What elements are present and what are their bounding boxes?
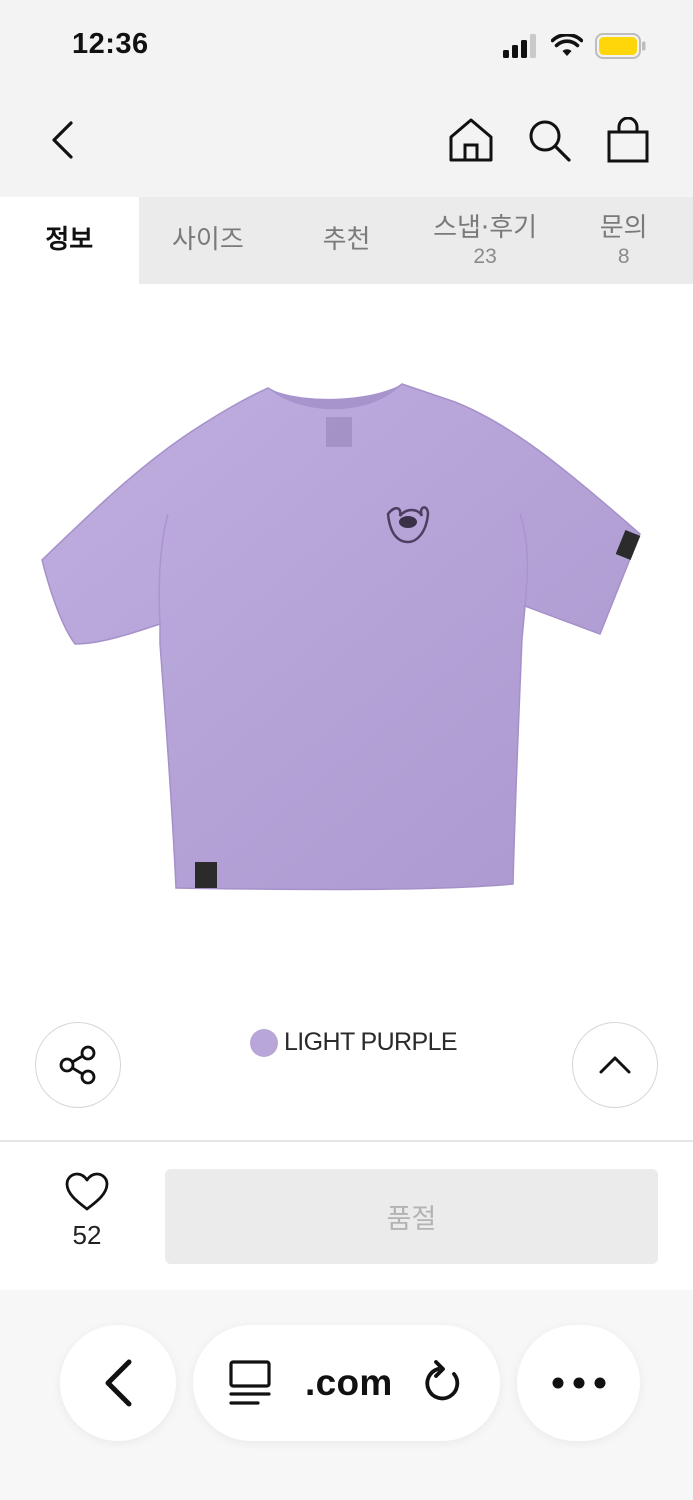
tshirt-illustration — [41, 383, 641, 891]
soldout-button[interactable]: 품절 — [165, 1169, 658, 1264]
browser-back-button[interactable] — [60, 1325, 176, 1441]
cart-button[interactable] — [600, 112, 656, 168]
tab-count: 8 — [617, 245, 630, 269]
battery-icon — [595, 33, 647, 64]
divider — [0, 1140, 693, 1142]
tab-label: 정보 — [45, 225, 94, 256]
back-icon — [52, 121, 73, 159]
like-count: 52 — [72, 1220, 102, 1250]
like-button[interactable]: 52 — [50, 1172, 124, 1251]
home-button[interactable] — [443, 112, 499, 168]
reader-icon — [229, 1360, 271, 1405]
tab-snap-review[interactable]: 스냅·후기 23 — [416, 197, 555, 284]
tab-label: 문의 — [599, 212, 648, 243]
browser-toolbar: .com — [0, 1290, 693, 1500]
reload-icon[interactable] — [421, 1360, 463, 1406]
tab-count: 23 — [473, 245, 497, 269]
status-bar: 12:36 — [0, 0, 693, 92]
status-time: 12:36 — [72, 28, 149, 60]
search-icon — [529, 120, 571, 162]
share-icon — [59, 1045, 96, 1085]
tab-label: 사이즈 — [172, 225, 244, 256]
wifi-icon — [550, 32, 584, 63]
shopping-bag-icon — [607, 117, 649, 163]
chevron-up-icon — [599, 1056, 631, 1074]
back-icon — [105, 1359, 132, 1407]
color-option: LIGHT PURPLE — [250, 1028, 458, 1057]
tab-label: 추천 — [322, 225, 371, 256]
signal-icon — [503, 34, 539, 63]
app-header — [0, 92, 693, 197]
tab-recommend[interactable]: 추천 — [277, 197, 416, 284]
home-icon — [449, 118, 493, 162]
tab-info[interactable]: 정보 — [0, 197, 139, 284]
tab-size[interactable]: 사이즈 — [139, 197, 278, 284]
share-button[interactable] — [35, 1022, 121, 1108]
scroll-top-button[interactable] — [572, 1022, 658, 1108]
tab-inquiry[interactable]: 문의 8 — [554, 197, 693, 284]
product-image[interactable] — [0, 284, 693, 984]
search-button[interactable] — [521, 112, 577, 168]
color-swatch — [250, 1028, 278, 1057]
url-text: .com — [305, 1362, 393, 1403]
browser-more-button[interactable] — [517, 1325, 640, 1441]
back-button[interactable] — [34, 112, 90, 168]
product-tabs: 정보 사이즈 추천 스냅·후기 23 문의 8 — [0, 197, 693, 284]
soldout-label: 품절 — [386, 1204, 437, 1235]
status-icons — [503, 32, 647, 64]
more-icon — [552, 1377, 605, 1389]
tab-label: 스냅·후기 — [433, 212, 538, 243]
color-name: LIGHT PURPLE — [284, 1028, 458, 1056]
heart-icon — [65, 1172, 109, 1211]
address-bar[interactable]: .com — [193, 1325, 500, 1441]
